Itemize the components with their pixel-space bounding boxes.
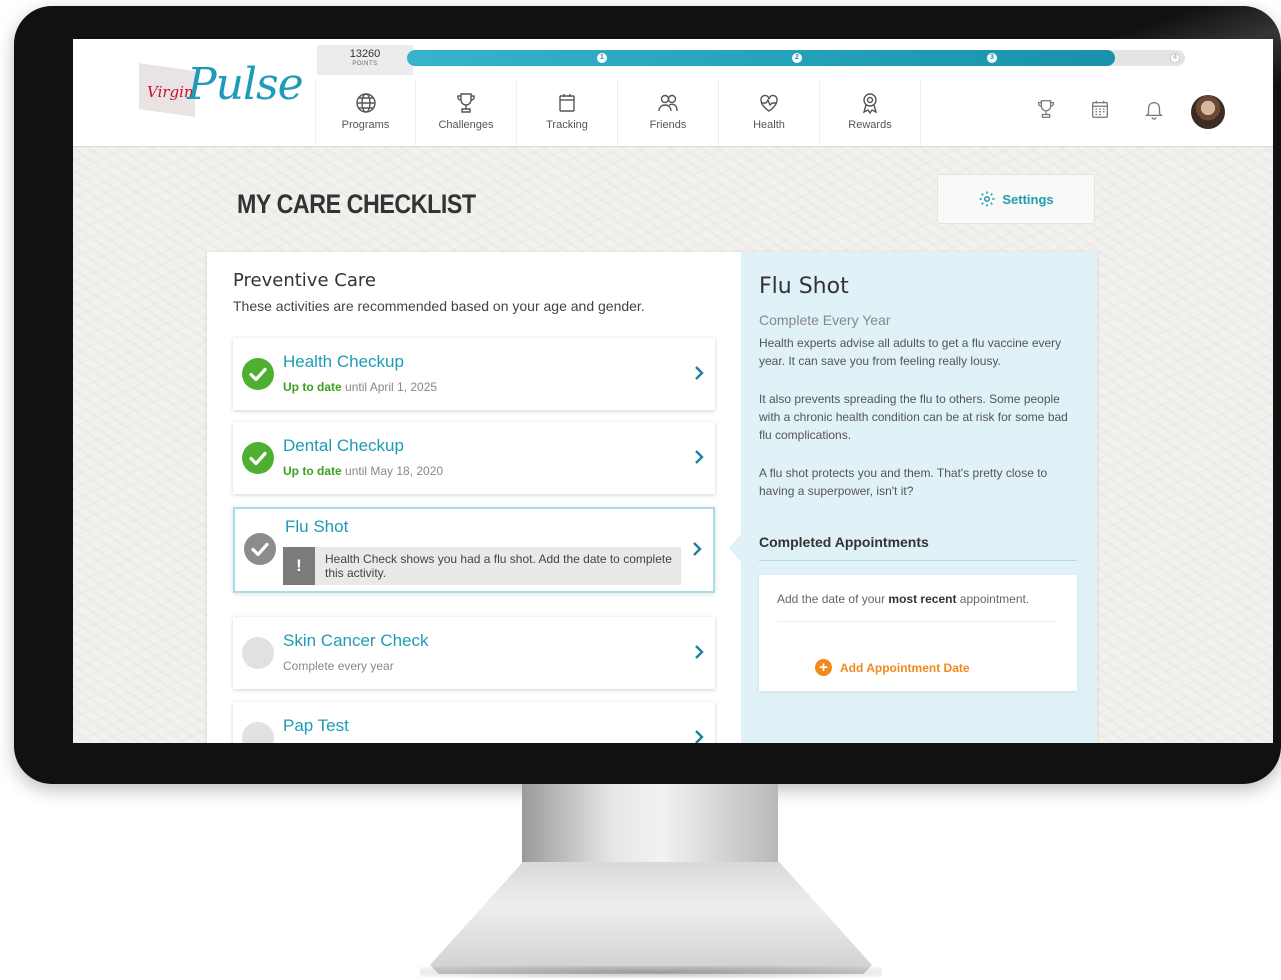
rewards-icon	[820, 91, 920, 117]
plus-circle-icon: +	[815, 659, 832, 676]
detail-paragraph: A flu shot protects you and them. That's…	[759, 466, 1048, 498]
checklist-item-health-checkup[interactable]: Health Checkup Up to date until April 1,…	[233, 338, 715, 410]
checklist-item-pap-test[interactable]: Pap Test	[233, 702, 715, 743]
calendar-icon[interactable]	[1073, 98, 1127, 126]
nav-challenges[interactable]: Challenges	[416, 79, 517, 145]
prompt-text: Add the date of your	[777, 592, 886, 606]
app-header: Virgin Pulse 13260 POINTS 1 2 3 4 Progra…	[73, 39, 1273, 147]
points-value: 13260	[349, 48, 381, 60]
progress-marker-2: 2	[792, 53, 802, 63]
nav-friends[interactable]: Friends	[618, 79, 719, 145]
status-badge: Up to date	[283, 380, 342, 394]
chevron-right-icon	[693, 644, 705, 660]
preventive-care-panel: Preventive Care These activities are rec…	[207, 252, 741, 743]
nav-label: Programs	[341, 119, 390, 131]
section-title: Preventive Care	[233, 270, 376, 291]
nav-programs[interactable]: Programs	[315, 79, 416, 145]
item-status-text: Up to date until April 1, 2025	[283, 380, 437, 394]
tracking-icon	[517, 91, 617, 117]
item-title: Pap Test	[283, 716, 349, 735]
trophy-icon[interactable]	[1019, 98, 1073, 126]
points-progress-bar: 1 2 3 4	[407, 50, 1185, 66]
nav-label: Challenges	[438, 119, 494, 131]
main-nav: Programs Challenges Tracking Friends Hea…	[315, 79, 921, 145]
nav-label: Friends	[649, 119, 687, 131]
item-detail: Complete every year	[283, 659, 394, 673]
check-icon	[244, 533, 276, 565]
checklist-item-flu-shot[interactable]: Flu Shot ! Health Check shows you had a …	[233, 507, 715, 593]
prompt-emphasis: most recent	[888, 592, 957, 606]
chevron-right-icon	[693, 729, 705, 743]
detail-paragraph: Health experts advise all adults to get …	[759, 336, 1062, 368]
nav-tracking[interactable]: Tracking	[517, 79, 618, 145]
check-icon	[242, 358, 274, 390]
progress-marker-1: 1	[597, 53, 607, 63]
chevron-right-icon	[693, 365, 705, 381]
chevron-right-icon	[693, 449, 705, 465]
points-label: POINTS	[352, 61, 378, 67]
bell-icon[interactable]	[1127, 98, 1181, 126]
item-detail: until May 18, 2020	[345, 464, 444, 478]
detail-pointer	[729, 534, 741, 562]
check-icon	[242, 442, 274, 474]
item-title: Skin Cancer Check	[283, 631, 429, 650]
friends-icon	[618, 91, 718, 117]
checklist-item-skin-cancer-check[interactable]: Skin Cancer Check Complete every year	[233, 617, 715, 689]
completed-appointments-heading: Completed Appointments	[759, 534, 1077, 561]
item-detail: until April 1, 2025	[345, 380, 438, 394]
exclamation-icon: !	[283, 547, 315, 585]
nav-rewards[interactable]: Rewards	[820, 79, 921, 145]
item-status-text: Up to date until May 18, 2020	[283, 464, 443, 478]
nav-label: Tracking	[546, 119, 588, 131]
detail-frequency: Complete Every Year	[759, 312, 891, 328]
section-description: These activities are recommended based o…	[233, 298, 645, 314]
item-title: Flu Shot	[285, 517, 349, 536]
progress-fill	[407, 50, 1115, 66]
avatar[interactable]	[1191, 95, 1225, 129]
logo-pulse-text: Pulse	[187, 59, 304, 110]
detail-panel: Flu Shot Complete Every Year Health expe…	[729, 252, 1097, 743]
settings-button[interactable]: Settings	[937, 174, 1095, 224]
status-circle-icon	[242, 637, 274, 669]
nav-label: Rewards	[848, 119, 892, 131]
detail-title: Flu Shot	[759, 274, 849, 299]
detail-paragraph: It also prevents spreading the flu to ot…	[759, 392, 1068, 442]
header-actions	[1019, 95, 1225, 129]
add-appointment-date-button[interactable]: + Add Appointment Date	[815, 659, 970, 676]
settings-label: Settings	[1002, 191, 1054, 207]
status-circle-icon	[242, 722, 274, 743]
progress-marker-4: 4	[1170, 53, 1180, 63]
page-title: MY CARE CHECKLIST	[237, 189, 476, 219]
checklist-item-dental-checkup[interactable]: Dental Checkup Up to date until May 18, …	[233, 422, 715, 494]
nav-label: Health	[753, 119, 785, 131]
appointment-box: Add the date of your most recent appoint…	[759, 575, 1077, 691]
prompt-text: appointment.	[959, 592, 1030, 606]
add-appointment-label: Add Appointment Date	[840, 660, 970, 675]
alert-text: Health Check shows you had a flu shot. A…	[325, 552, 672, 580]
chevron-right-icon	[691, 541, 703, 557]
globe-icon	[316, 91, 415, 117]
heart-pulse-icon	[719, 91, 819, 117]
points-counter[interactable]: 13260 POINTS	[317, 45, 413, 75]
virgin-pulse-logo[interactable]: Virgin Pulse	[135, 57, 304, 129]
monitor-stand-base	[430, 862, 872, 974]
screen: Virgin Pulse 13260 POINTS 1 2 3 4 Progra…	[73, 39, 1273, 743]
gear-icon	[979, 191, 995, 207]
trophy-icon	[416, 91, 516, 117]
care-checklist-card: Preventive Care These activities are rec…	[207, 252, 1097, 743]
appointment-prompt: Add the date of your most recent appoint…	[777, 589, 1057, 622]
status-badge: Up to date	[283, 464, 342, 478]
item-title: Dental Checkup	[283, 436, 404, 455]
item-title: Health Checkup	[283, 352, 404, 371]
progress-marker-3: 3	[987, 53, 997, 63]
monitor-stand-shadow	[420, 966, 882, 978]
nav-health[interactable]: Health	[719, 79, 820, 145]
alert-message: ! Health Check shows you had a flu shot.…	[283, 547, 681, 585]
